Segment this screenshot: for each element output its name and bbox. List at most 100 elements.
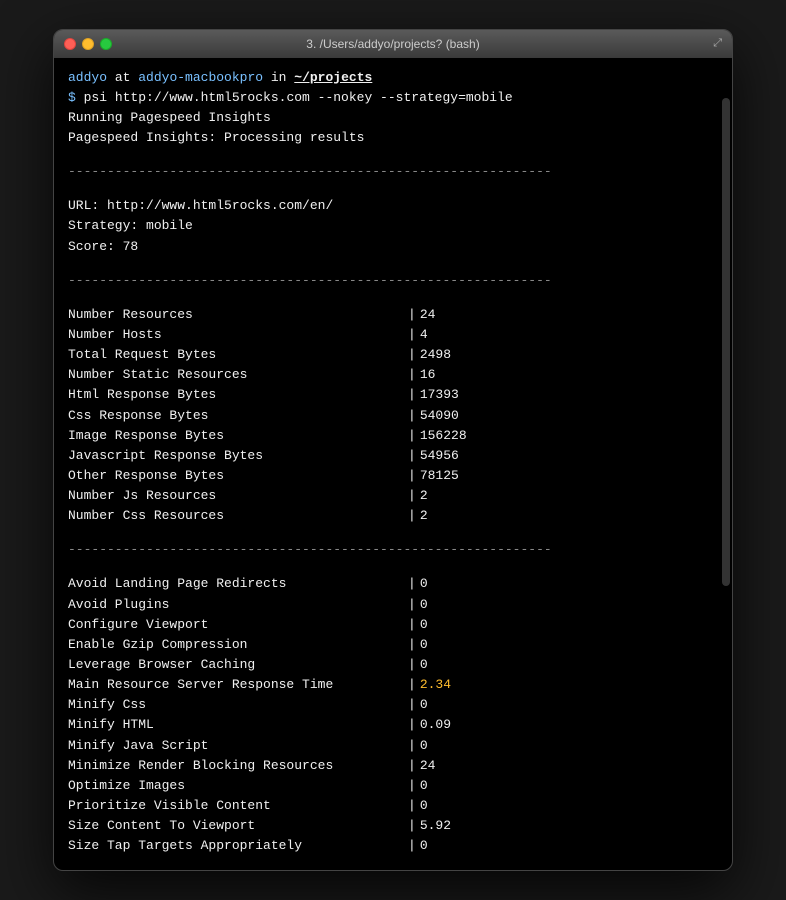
rules-label: Avoid Plugins: [68, 595, 408, 615]
strategy-line: Strategy: mobile: [68, 216, 718, 236]
pipe-icon: |: [408, 305, 416, 325]
pipe-icon: |: [408, 836, 416, 856]
rules-row: Minify Java Script | 0: [68, 736, 718, 756]
terminal-window: 3. /Users/addyo/projects? (bash) ⤢ addyo…: [53, 29, 733, 872]
minimize-button[interactable]: [82, 38, 94, 50]
stats-label: Total Request Bytes: [68, 345, 408, 365]
stats-row: Number Static Resources | 16: [68, 365, 718, 385]
stats-row: Number Resources | 24: [68, 305, 718, 325]
prompt-path: ~/projects: [294, 70, 372, 85]
pipe-icon: |: [408, 486, 416, 506]
scrollbar[interactable]: [722, 98, 730, 586]
rules-label: Size Tap Targets Appropriately: [68, 836, 408, 856]
rules-row: Optimize Images | 0: [68, 776, 718, 796]
rules-value: 0.09: [420, 715, 451, 735]
stats-value: 24: [420, 305, 436, 325]
rules-value: 0: [420, 695, 428, 715]
pipe-icon: |: [408, 325, 416, 345]
rules-row: Prioritize Visible Content | 0: [68, 796, 718, 816]
rules-row: Configure Viewport | 0: [68, 615, 718, 635]
pipe-icon: |: [408, 675, 416, 695]
score-line: Score: 78: [68, 237, 718, 257]
pipe-icon: |: [408, 406, 416, 426]
pipe-icon: |: [408, 695, 416, 715]
pipe-icon: |: [408, 506, 416, 526]
prompt-dollar: $: [68, 90, 84, 105]
pipe-icon: |: [408, 595, 416, 615]
stats-value: 4: [420, 325, 428, 345]
rules-row: Avoid Landing Page Redirects | 0: [68, 574, 718, 594]
rules-table: Avoid Landing Page Redirects | 0Avoid Pl…: [68, 574, 718, 856]
pipe-icon: |: [408, 466, 416, 486]
command-text: psi http://www.html5rocks.com --nokey --…: [84, 90, 513, 105]
window-controls[interactable]: [64, 38, 112, 50]
pipe-icon: |: [408, 446, 416, 466]
rules-value: 0: [420, 615, 428, 635]
pipe-icon: |: [408, 796, 416, 816]
stats-row: Javascript Response Bytes | 54956: [68, 446, 718, 466]
divider-2: ----------------------------------------…: [68, 271, 718, 291]
titlebar: 3. /Users/addyo/projects? (bash) ⤢: [54, 30, 732, 58]
stats-label: Number Css Resources: [68, 506, 408, 526]
prompt-in: in: [263, 70, 294, 85]
rules-row: Enable Gzip Compression | 0: [68, 635, 718, 655]
terminal-body[interactable]: addyo at addyo-macbookpro in ~/projects …: [54, 58, 732, 871]
pipe-icon: |: [408, 776, 416, 796]
maximize-button[interactable]: [100, 38, 112, 50]
pipe-icon: |: [408, 615, 416, 635]
stats-value: 2498: [420, 345, 451, 365]
expand-icon[interactable]: ⤢: [713, 38, 722, 50]
rules-label: Optimize Images: [68, 776, 408, 796]
pipe-icon: |: [408, 385, 416, 405]
rules-label: Main Resource Server Response Time: [68, 675, 408, 695]
rules-value: 0: [420, 595, 428, 615]
pipe-icon: |: [408, 574, 416, 594]
prompt-host: addyo-macbookpro: [138, 70, 263, 85]
stats-row: Other Response Bytes | 78125: [68, 466, 718, 486]
stats-row: Html Response Bytes | 17393: [68, 385, 718, 405]
command-line: $ psi http://www.html5rocks.com --nokey …: [68, 88, 718, 108]
stats-label: Number Js Resources: [68, 486, 408, 506]
rules-value: 0: [420, 796, 428, 816]
stats-row: Css Response Bytes | 54090: [68, 406, 718, 426]
stats-row: Number Css Resources | 2: [68, 506, 718, 526]
pipe-icon: |: [408, 426, 416, 446]
pipe-icon: |: [408, 655, 416, 675]
rules-value: 24: [420, 756, 436, 776]
close-button[interactable]: [64, 38, 76, 50]
rules-value: 0: [420, 736, 428, 756]
stats-value: 16: [420, 365, 436, 385]
pipe-icon: |: [408, 635, 416, 655]
rules-label: Enable Gzip Compression: [68, 635, 408, 655]
pipe-icon: |: [408, 345, 416, 365]
rules-label: Minimize Render Blocking Resources: [68, 756, 408, 776]
rules-value: 0: [420, 836, 428, 856]
stats-label: Number Resources: [68, 305, 408, 325]
rules-row: Avoid Plugins | 0: [68, 595, 718, 615]
rules-row: Size Content To Viewport | 5.92: [68, 816, 718, 836]
pipe-icon: |: [408, 816, 416, 836]
rules-row: Main Resource Server Response Time | 2.3…: [68, 675, 718, 695]
prompt-at: at: [107, 70, 138, 85]
pipe-icon: |: [408, 736, 416, 756]
rules-value: 0: [420, 776, 428, 796]
url-line: URL: http://www.html5rocks.com/en/: [68, 196, 718, 216]
rules-value: 5.92: [420, 816, 451, 836]
stats-value: 54956: [420, 446, 459, 466]
rules-row: Minify HTML | 0.09: [68, 715, 718, 735]
rules-label: Avoid Landing Page Redirects: [68, 574, 408, 594]
stats-row: Number Hosts | 4: [68, 325, 718, 345]
rules-row: Minimize Render Blocking Resources | 24: [68, 756, 718, 776]
stats-row: Image Response Bytes | 156228: [68, 426, 718, 446]
divider-1: ----------------------------------------…: [68, 162, 718, 182]
stats-value: 54090: [420, 406, 459, 426]
stats-value: 17393: [420, 385, 459, 405]
rules-label: Size Content To Viewport: [68, 816, 408, 836]
rules-row: Size Tap Targets Appropriately | 0: [68, 836, 718, 856]
prompt-user: addyo: [68, 70, 107, 85]
rules-label: Configure Viewport: [68, 615, 408, 635]
rules-label: Prioritize Visible Content: [68, 796, 408, 816]
stats-row: Number Js Resources | 2: [68, 486, 718, 506]
rules-value: 0: [420, 574, 428, 594]
rules-label: Minify Java Script: [68, 736, 408, 756]
